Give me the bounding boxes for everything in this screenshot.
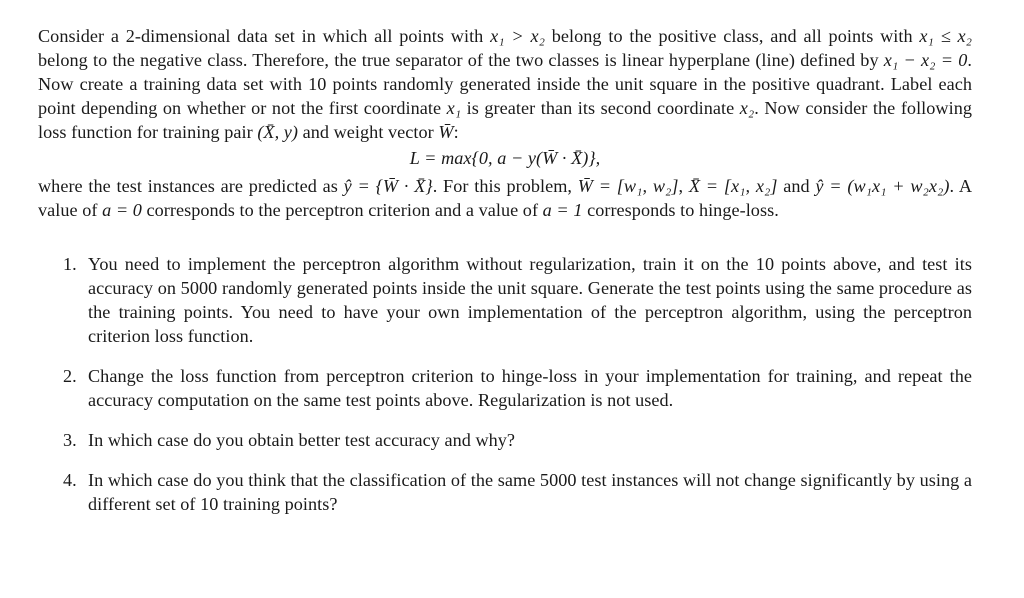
math-x1: x₁ [446,98,462,118]
math-W-definition: W̄ = [w₁, w₂] [577,176,679,196]
question-number: 4. [63,470,77,490]
question-text: In which case do you obtain better test … [88,430,516,450]
math-positive-condition: x₁ > x₂ [490,26,545,46]
loss-equation: L = max{0, a − y(W̄ · X̄)}, [409,148,601,168]
intro-text: : [453,122,459,142]
question-item: 2. Change the loss function from percept… [38,364,972,412]
question-item: 1. You need to implement the perceptron … [38,252,972,348]
paragraph-text: where the test instances are predicted a… [38,176,344,196]
question-list: 1. You need to implement the perceptron … [38,252,972,516]
intro-text: belong to the negative class. Therefore,… [38,50,884,70]
math-x2: x₂ [739,98,755,118]
question-number: 3. [63,430,77,450]
intro-paragraph: Consider a 2-dimensional data set in whi… [38,24,972,144]
question-item: 4. In which case do you think that the c… [38,468,972,516]
math-negative-condition: x₁ ≤ x₂ [919,26,973,46]
paragraph-text: corresponds to hinge-loss. [582,200,779,220]
problem-document: Consider a 2-dimensional data set in whi… [38,24,972,516]
question-number: 2. [63,366,77,386]
math-a-one: a = 1 [542,200,583,220]
paragraph-text: and [777,176,816,196]
math-separator: x₁ − x₂ = 0 [883,50,968,70]
question-text: In which case do you think that the clas… [88,470,972,514]
question-number: 1. [63,254,77,274]
intro-text: belong to the positive class, and all po… [544,26,920,46]
prediction-paragraph: where the test instances are predicted a… [38,174,972,222]
math-a-zero: a = 0 [102,200,142,220]
paragraph-text: . For this problem, [432,176,578,196]
intro-text: is greater than its second coordinate [461,98,740,118]
math-yhat-definition: ŷ = {W̄ · X̄} [343,176,433,196]
question-item: 3. In which case do you obtain better te… [38,428,972,452]
question-text: Change the loss function from perceptron… [88,366,972,410]
question-text: You need to implement the perceptron alg… [88,254,972,346]
paragraph-text: , [678,176,689,196]
math-training-pair: (X̄, y) [257,122,299,142]
math-yhat-expression: ŷ = (w₁x₁ + w₂x₂) [815,176,950,196]
intro-text: Consider a 2-dimensional data set in whi… [38,26,491,46]
intro-text: and weight vector [298,122,439,142]
paragraph-text: corresponds to the perceptron criterion … [141,200,543,220]
math-weight-vector: W̄ [438,122,454,142]
math-X-definition: X̄ = [x₁, x₂] [688,176,778,196]
